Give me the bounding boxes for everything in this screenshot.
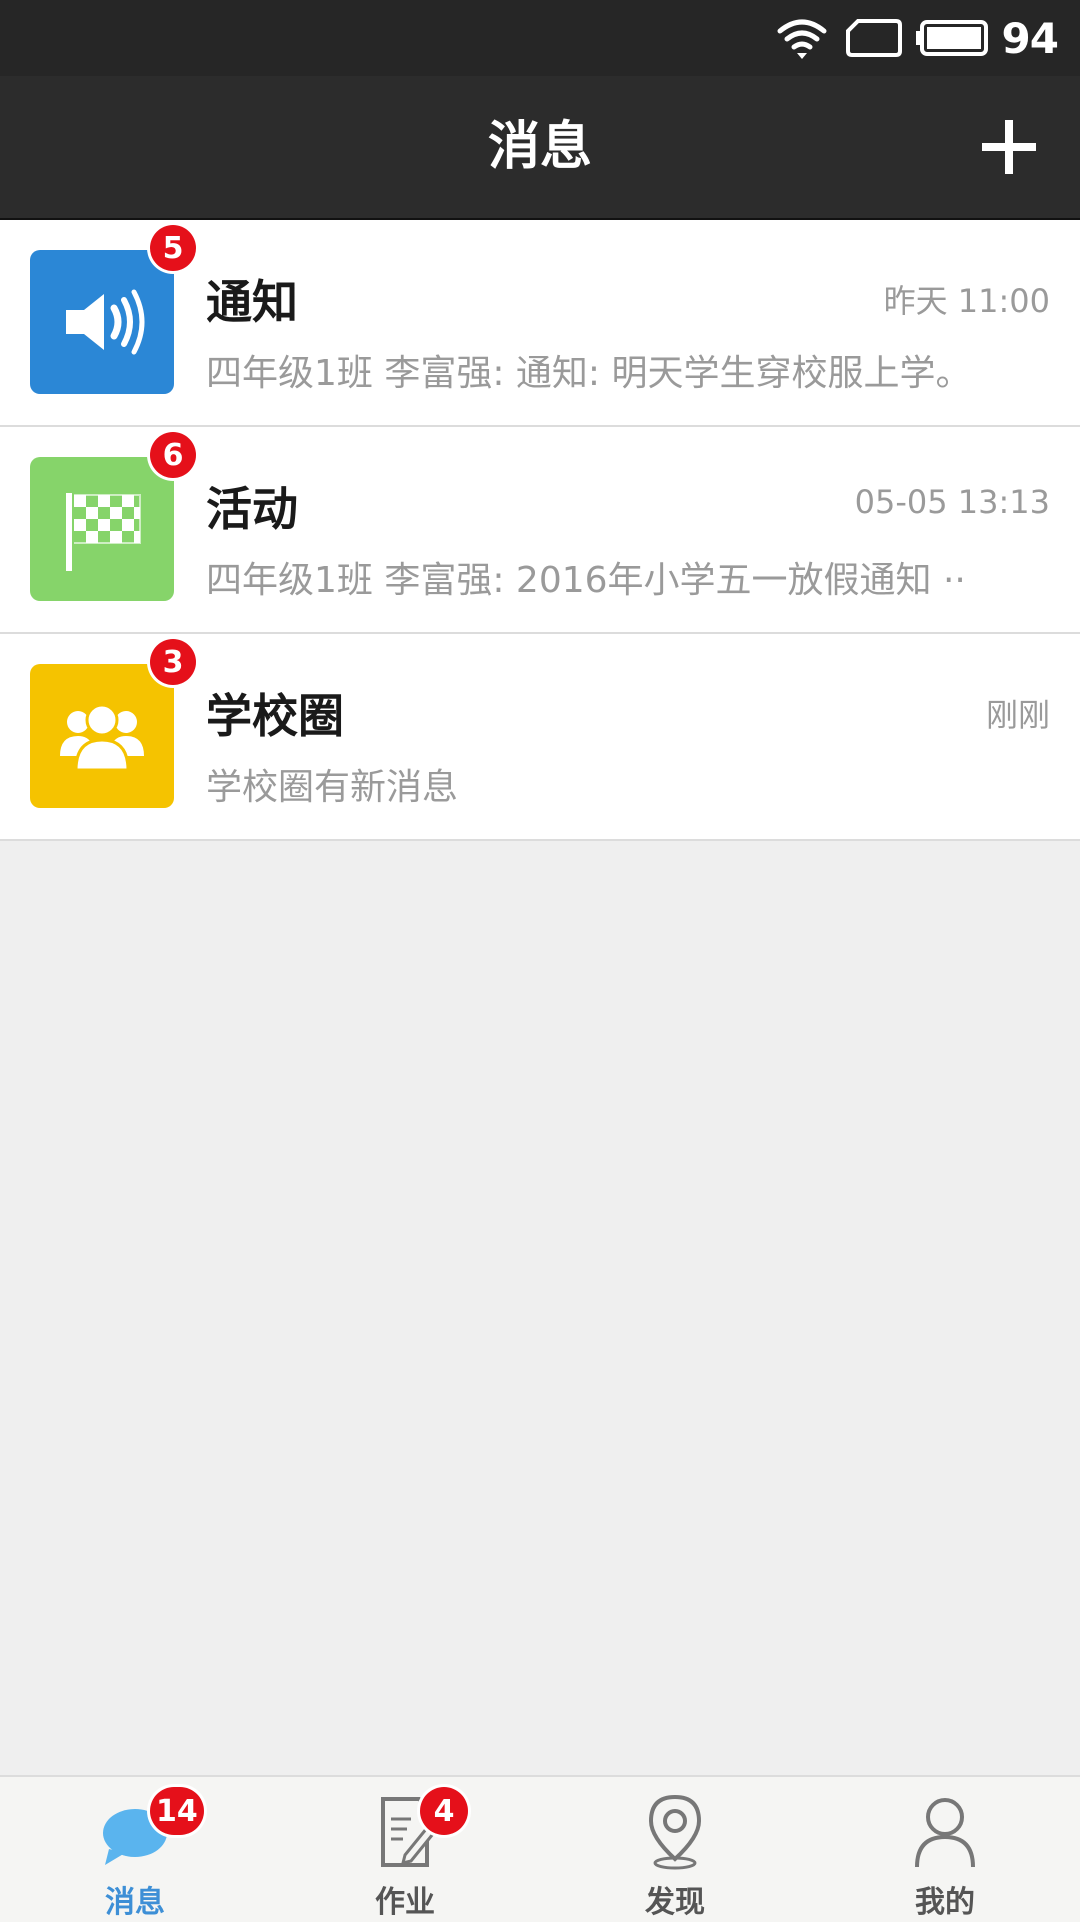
person-icon	[915, 1798, 975, 1868]
location-pin-icon	[648, 1794, 702, 1870]
message-title: 通知	[206, 275, 298, 329]
tab-label: 消息	[105, 1885, 165, 1920]
activity-avatar	[30, 457, 174, 601]
checkered-flag-icon	[66, 493, 141, 571]
unread-badge: 5	[150, 225, 196, 271]
tab-homework[interactable]: 4 作业	[270, 1777, 540, 1922]
tab-discover[interactable]: 发现	[540, 1777, 810, 1922]
tab-messages[interactable]: 14 消息	[0, 1777, 270, 1922]
plus-icon[interactable]	[978, 116, 1040, 178]
message-time: 昨天 11:00	[883, 282, 1050, 320]
status-bar: 94	[0, 0, 1080, 76]
notice-avatar	[30, 250, 174, 394]
unread-badge: 3	[150, 639, 196, 685]
battery-level: 94	[1001, 13, 1059, 63]
tab-label: 我的	[915, 1885, 975, 1920]
sim-card-icon	[845, 19, 902, 57]
speaker-icon	[66, 289, 145, 355]
tab-badge: 14	[150, 1787, 204, 1835]
unread-badge: 6	[150, 432, 196, 478]
tab-label: 作业	[375, 1885, 435, 1920]
tab-label: 发现	[645, 1885, 705, 1920]
message-item-school-circle[interactable]: 3 学校圈 刚刚 学校圈有新消息	[0, 634, 1080, 841]
page-title: 消息	[487, 117, 592, 177]
message-item-activity[interactable]: 6 活动 05-05 13:13 四年级1班 李富强: 2016年小学五一放假通…	[0, 427, 1080, 634]
wifi-icon	[777, 19, 827, 59]
tab-badge: 4	[420, 1787, 468, 1835]
message-item-notice[interactable]: 5 通知 昨天 11:00 四年级1班 李富强: 通知: 明天学生穿校服上学。	[0, 220, 1080, 427]
message-title: 学校圈	[206, 689, 344, 743]
message-title: 活动	[206, 482, 298, 536]
message-time: 05-05 13:13	[854, 483, 1050, 521]
message-preview: 四年级1班 李富强: 通知: 明天学生穿校服上学。	[206, 353, 972, 394]
message-list: 5 通知 昨天 11:00 四年级1班 李富强: 通知: 明天学生穿校服上学。 …	[0, 220, 1080, 841]
message-preview: 四年级1班 李富强: 2016年小学五一放假通知 ··	[206, 560, 966, 601]
message-time: 刚刚	[985, 696, 1050, 734]
message-preview: 学校圈有新消息	[206, 767, 459, 808]
school-circle-avatar	[30, 664, 174, 808]
battery-icon	[915, 20, 988, 56]
bottom-tab-bar: 14 消息 4 作业 发现 我的	[0, 1775, 1080, 1922]
group-icon	[60, 703, 144, 772]
title-bar: 消息	[0, 76, 1080, 220]
tab-me[interactable]: 我的	[810, 1777, 1080, 1922]
